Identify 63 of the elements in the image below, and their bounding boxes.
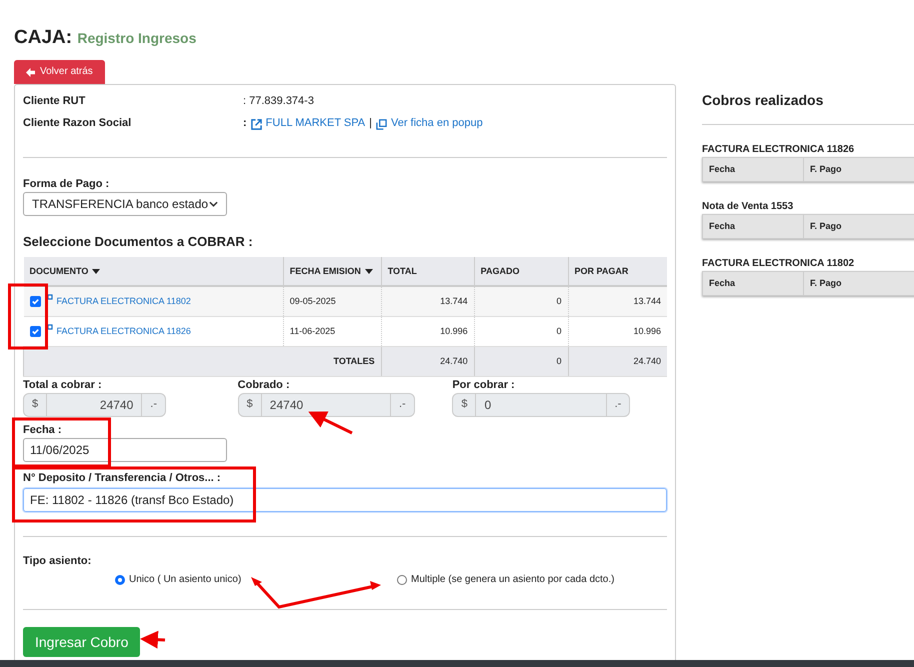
annotation-arrow — [140, 630, 166, 649]
document-link[interactable]: FACTURA ELECTRONICA 11826 — [56, 326, 191, 337]
column-header: Fecha — [708, 163, 736, 176]
colon-text: : — [243, 117, 247, 131]
page-title: CAJA: — [14, 27, 72, 48]
chevron-down-icon — [209, 201, 218, 208]
field-label: N° Deposito / Transferencia / Otros... : — [23, 472, 221, 486]
column-header: F. Pago — [803, 215, 903, 238]
document-link[interactable]: FACTURA ELECTRONICA 11802 — [56, 296, 191, 307]
group-title: FACTURA ELECTRONICA 11826 — [702, 144, 856, 156]
annotation-box — [8, 284, 48, 350]
popup-link[interactable]: Ver ficha en popup — [390, 117, 483, 131]
reference-field[interactable]: FE: 11802 - 11826 (transf Bco Estado) — [23, 488, 667, 512]
field-value: : 77.839.374-3 — [243, 95, 314, 109]
payment-method-select[interactable]: TRANSFERENCIA banco estado — [23, 192, 227, 216]
table-cell: 10.996 — [381, 316, 474, 346]
total-cell: 24.740 — [381, 346, 474, 376]
totals-label: TOTALES — [24, 346, 382, 376]
field-label: Forma de Pago : — [23, 178, 110, 191]
table-cell: 0 — [474, 286, 568, 316]
column-header: Fecha — [708, 220, 736, 233]
table-cell: 11-06-2025 — [283, 316, 382, 346]
field-label: Por cobrar : — [452, 378, 515, 392]
total-cell: 0 — [474, 346, 568, 376]
field-label: Cliente RUT — [23, 95, 86, 109]
radio-button[interactable] — [115, 575, 125, 586]
column-header[interactable]: FECHA EMISION — [283, 257, 382, 286]
table-cell: 13.744 — [568, 286, 667, 316]
column-header: Fecha — [708, 277, 736, 290]
back-button[interactable]: Volver atrás — [14, 60, 105, 84]
date-field[interactable]: 11/06/2025 — [23, 438, 227, 462]
column-header: POR PAGAR — [568, 257, 667, 286]
group-title: Nota de Venta 1553 — [702, 201, 794, 213]
column-header: F. Pago — [803, 272, 903, 295]
annotation-arrow — [308, 411, 353, 434]
radio-label[interactable]: Unico ( Un asiento unico) — [129, 574, 242, 586]
field-label: Total a cobrar : — [23, 378, 102, 392]
popup-icon — [376, 118, 387, 130]
table-cell: 13.744 — [381, 286, 474, 316]
table-cell: 0 — [474, 316, 568, 346]
section-heading: Seleccione Documentos a COBRAR : — [23, 234, 254, 250]
table-cell: 10.996 — [568, 316, 667, 346]
checkbox[interactable] — [30, 326, 40, 337]
external-link-icon — [250, 118, 262, 130]
column-header: F. Pago — [803, 158, 903, 181]
field-label: Tipo asiento: — [23, 555, 92, 568]
panel-heading: Cobros realizados — [702, 92, 824, 109]
radio-label[interactable]: Multiple (se genera un asiento por cada dcto.) — [411, 574, 614, 586]
total-cell: 24.740 — [568, 346, 667, 376]
arrow-left-icon — [26, 68, 35, 76]
checkbox[interactable] — [30, 296, 40, 307]
column-header: TOTAL — [381, 257, 474, 286]
table-cell: 09-05-2025 — [283, 286, 382, 316]
page-subtitle: Registro Ingresos — [77, 30, 196, 46]
radio-button[interactable] — [397, 575, 407, 586]
separator-text: | — [369, 117, 372, 131]
column-header: PAGADO — [474, 257, 568, 286]
client-link[interactable]: FULL MARKET SPA — [266, 117, 366, 131]
field-label: Cobrado : — [238, 378, 290, 392]
field-label: Fecha : — [23, 424, 62, 437]
group-title: FACTURA ELECTRONICA 11802 — [702, 258, 856, 270]
column-header[interactable]: DOCUMENTO — [24, 257, 284, 286]
field-label: Cliente Razon Social — [23, 117, 132, 131]
